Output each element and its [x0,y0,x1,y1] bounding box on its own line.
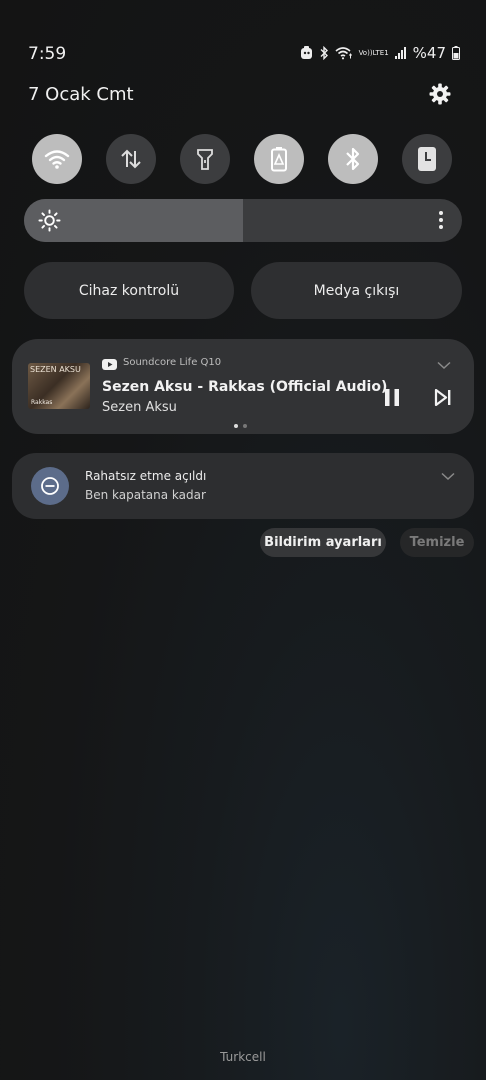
media-source-label: Soundcore Life Q10 [123,357,222,368]
pause-button[interactable] [382,388,402,407]
album-art: SEZEN AKSU Rakkas [28,363,90,409]
youtube-icon [102,359,117,370]
dnd-expand-chevron-icon[interactable] [441,472,455,481]
clock-icon [418,147,436,171]
flashlight-icon [197,149,213,170]
lte-label: LTE1 [372,48,389,57]
screen-timeout-toggle[interactable] [402,134,452,184]
battery-percent: %47 [412,44,446,62]
media-page-indicator [234,424,247,428]
data-arrows-icon [121,149,141,169]
battery-icon [452,46,460,60]
dnd-subtitle: Ben kapatana kadar [85,488,206,502]
volte-indicator: Vo)) LTE1 [358,48,389,57]
media-title: Sezen Aksu - Rakkas (Official Audio) [102,379,388,395]
bluetooth-toggle[interactable] [328,134,378,184]
more-options-icon[interactable] [438,210,444,230]
album-art-title: SEZEN AKSU [30,365,81,374]
volte-label: Vo)) [358,48,373,57]
bluetooth-status-icon [319,46,329,60]
signal-icon [394,47,407,59]
status-time: 7:59 [28,44,67,64]
carrier-label: Turkcell [220,1050,266,1064]
dnd-notification-card[interactable]: Rahatsız etme açıldı Ben kapatana kadar [12,453,474,519]
quick-toggles-row [32,134,454,184]
clear-button[interactable]: Temizle [400,528,474,557]
flashlight-toggle[interactable] [180,134,230,184]
mobile-data-toggle[interactable] [106,134,156,184]
status-icons: Vo)) LTE1 %47 [300,44,460,62]
gear-icon[interactable] [428,82,452,106]
media-output-button[interactable]: Medya çıkışı [251,262,462,319]
app-notification-icon [300,46,313,60]
notification-settings-button[interactable]: Bildirim ayarları [260,528,386,557]
wifi-icon [44,150,70,169]
media-artist: Sezen Aksu [102,400,177,415]
wifi-status-icon [335,46,353,60]
bluetooth-icon [346,147,360,171]
date-label: 7 Ocak Cmt [28,84,134,105]
sun-icon [38,209,61,232]
media-expand-chevron-icon[interactable] [437,361,451,370]
status-bar: 7:59 Vo)) LTE1 %47 [0,40,486,68]
album-art-subtitle: Rakkas [31,399,53,406]
skip-next-button[interactable] [433,389,453,406]
media-player-card[interactable]: SEZEN AKSU Rakkas Soundcore Life Q10 Sez… [12,339,474,434]
power-saving-toggle[interactable] [254,134,304,184]
device-control-button[interactable]: Cihaz kontrolü [24,262,234,319]
wifi-toggle[interactable] [32,134,82,184]
do-not-disturb-icon [31,467,69,505]
page-dot-active [234,424,238,428]
brightness-slider[interactable] [24,199,462,242]
page-dot [243,424,247,428]
dnd-title: Rahatsız etme açıldı [85,469,207,483]
power-saving-icon [271,147,287,172]
